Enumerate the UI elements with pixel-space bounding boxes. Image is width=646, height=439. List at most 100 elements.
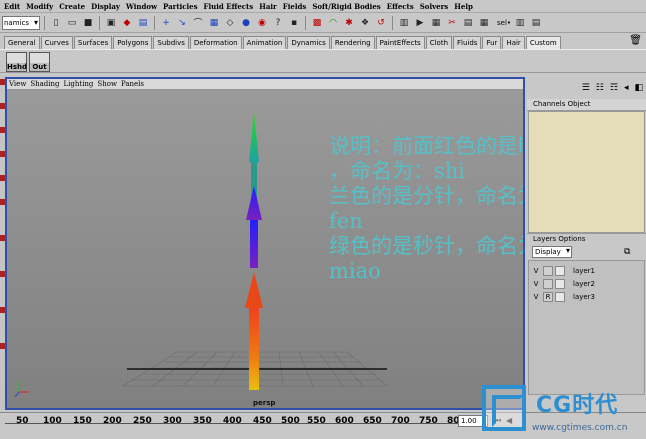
panel-menu-panels[interactable]: Panels (121, 80, 144, 88)
panel-menu-shading[interactable]: Shading (30, 80, 59, 88)
close-icon[interactable]: ◧ (634, 83, 643, 93)
shelf-tab-polygons[interactable]: Polygons (113, 36, 153, 49)
menu-window[interactable]: Window (126, 2, 157, 11)
joint-mask-icon[interactable]: ↘ (175, 16, 189, 30)
layer-editor-controls: Display ⧉ (527, 244, 646, 260)
menu-fluid-effects[interactable]: Fluid Effects (204, 2, 254, 11)
snap-view-plane-icon[interactable]: ❖ (358, 16, 372, 30)
menu-display[interactable]: Display (91, 2, 120, 11)
layer-row[interactable]: V R layer3 (531, 291, 641, 303)
shelf-tab-hair[interactable]: Hair (502, 36, 525, 49)
layer-type[interactable] (543, 279, 553, 289)
layer-row[interactable]: V layer2 (531, 278, 641, 290)
shelf-tab-cloth[interactable]: Cloth (425, 36, 453, 49)
perspective-viewport[interactable]: 说明：前面红色的是时针 ，命名为：shi 兰色的是分针，命名为 fen 绿色的是… (7, 90, 523, 408)
time-tick: 400 (223, 416, 242, 426)
arrow-left-icon[interactable]: ◂ (624, 83, 629, 93)
select-object-icon[interactable]: ◆ (120, 16, 134, 30)
channel-box-body[interactable] (528, 111, 645, 233)
menu-particles[interactable]: Particles (163, 2, 198, 11)
new-scene-icon[interactable]: ▯ (49, 16, 63, 30)
menu-modify[interactable]: Modify (26, 2, 53, 11)
panel-menu-show[interactable]: Show (97, 80, 117, 88)
make-live-icon[interactable]: ↺ (374, 16, 388, 30)
panel-menu-view[interactable]: View (9, 80, 26, 88)
watermark-brand: CG时代 (536, 393, 619, 418)
menu-solvers[interactable]: Solvers (420, 2, 449, 11)
open-scene-icon[interactable]: ▭ (65, 16, 79, 30)
shelf-tab-rendering[interactable]: Rendering (330, 36, 375, 49)
misc-mask-icon[interactable]: ? (271, 16, 285, 30)
channel-box-header[interactable]: Channels Object (527, 99, 646, 111)
menu-edit[interactable]: Edit (4, 2, 20, 11)
render-globals-icon[interactable]: ▦ (477, 16, 491, 30)
select-component-icon[interactable]: ▤ (136, 16, 150, 30)
panel-menu-lighting[interactable]: Lighting (64, 80, 94, 88)
render-mask-icon[interactable]: ◉ (255, 16, 269, 30)
shelf-button-label: Hshd (7, 63, 28, 71)
layer-color-swatch[interactable] (555, 279, 565, 289)
dynamics-mask-icon[interactable]: ● (239, 16, 253, 30)
layout-icon[interactable]: ☰ (582, 83, 590, 93)
camera-label: persp (253, 399, 276, 407)
selection-input-field[interactable]: sel• (497, 19, 511, 27)
shelf-tab-fluids[interactable]: Fluids (453, 36, 482, 49)
separator (392, 15, 393, 30)
snap-curve-icon[interactable]: ◠ (326, 16, 340, 30)
input-ops-icon[interactable]: ▥ (397, 16, 411, 30)
layer-editor-header[interactable]: Layers Options (527, 233, 646, 244)
menu-fields[interactable]: Fields (283, 2, 307, 11)
menu-soft-rigid-bodies[interactable]: Soft/Rigid Bodies (312, 2, 380, 11)
construction-history-icon[interactable]: ▦ (429, 16, 443, 30)
layer-color-swatch[interactable] (555, 292, 565, 302)
viewport-panel: View Shading Lighting Show Panels 说明：前面红… (5, 77, 525, 410)
render-frame-icon[interactable]: ✂ (445, 16, 459, 30)
layer-display-dropdown[interactable]: Display (532, 246, 572, 258)
shelf-tab-general[interactable]: General (4, 36, 40, 49)
ipr-render-icon[interactable]: ▤ (461, 16, 475, 30)
new-layer-icon[interactable]: ⧉ (624, 247, 630, 257)
menu-help[interactable]: Help (454, 2, 473, 11)
shelf-tab-custom[interactable]: Custom (525, 36, 561, 49)
layout-icon[interactable]: ☶ (610, 83, 618, 93)
save-scene-icon[interactable]: ■ (81, 16, 95, 30)
shelf-button-hshd[interactable]: Hshd (6, 52, 27, 72)
shelf-tab-animation[interactable]: Animation (242, 36, 287, 49)
snap-point-icon[interactable]: ✱ (342, 16, 356, 30)
snap-grid-icon[interactable]: ▩ (310, 16, 324, 30)
sidebar-toggle-icon[interactable]: ▥ (513, 16, 527, 30)
curve-mask-icon[interactable]: ⌒ (191, 16, 205, 30)
deform-mask-icon[interactable]: ◇ (223, 16, 237, 30)
shelf-tab-deformation[interactable]: Deformation (189, 36, 242, 49)
menu-set-dropdown[interactable]: namics (2, 15, 40, 30)
layer-row[interactable]: V layer1 (531, 265, 641, 277)
layout-icon[interactable]: ☷ (596, 83, 604, 93)
layer-visibility[interactable]: V (531, 267, 541, 275)
layer-type[interactable] (543, 266, 553, 276)
handle-mask-icon[interactable]: + (159, 16, 173, 30)
layer-type[interactable]: R (543, 292, 553, 302)
shelf-tab-subdivs[interactable]: Subdivs (153, 36, 189, 49)
output-ops-icon[interactable]: ▶ (413, 16, 427, 30)
layer-color-swatch[interactable] (555, 266, 565, 276)
shelf-tab-fur[interactable]: Fur (482, 36, 502, 49)
menu-create[interactable]: Create (59, 2, 85, 11)
layer-visibility[interactable]: V (531, 293, 541, 301)
separator (44, 15, 45, 30)
separator (305, 15, 306, 30)
attribute-editor-icon[interactable]: ▤ (529, 16, 543, 30)
watermark-url: www.cgtimes.com.cn (532, 423, 628, 433)
shelf-button-out[interactable]: Out (29, 52, 50, 72)
select-hierarchy-icon[interactable]: ▣ (104, 16, 118, 30)
lock-selection-icon[interactable]: ▪ (287, 16, 301, 30)
shelf-tab-painteffects[interactable]: PaintEffects (375, 36, 425, 49)
menu-effects[interactable]: Effects (387, 2, 414, 11)
shelf-button-label: Out (30, 63, 49, 71)
shelf-tab-dynamics[interactable]: Dynamics (287, 36, 330, 49)
shelf-tab-curves[interactable]: Curves (40, 36, 73, 49)
shelf-tab-surfaces[interactable]: Surfaces (73, 36, 113, 49)
surface-mask-icon[interactable]: ▦ (207, 16, 221, 30)
trash-icon[interactable]: 🗑 (629, 35, 642, 46)
layer-visibility[interactable]: V (531, 280, 541, 288)
menu-hair[interactable]: Hair (259, 2, 277, 11)
